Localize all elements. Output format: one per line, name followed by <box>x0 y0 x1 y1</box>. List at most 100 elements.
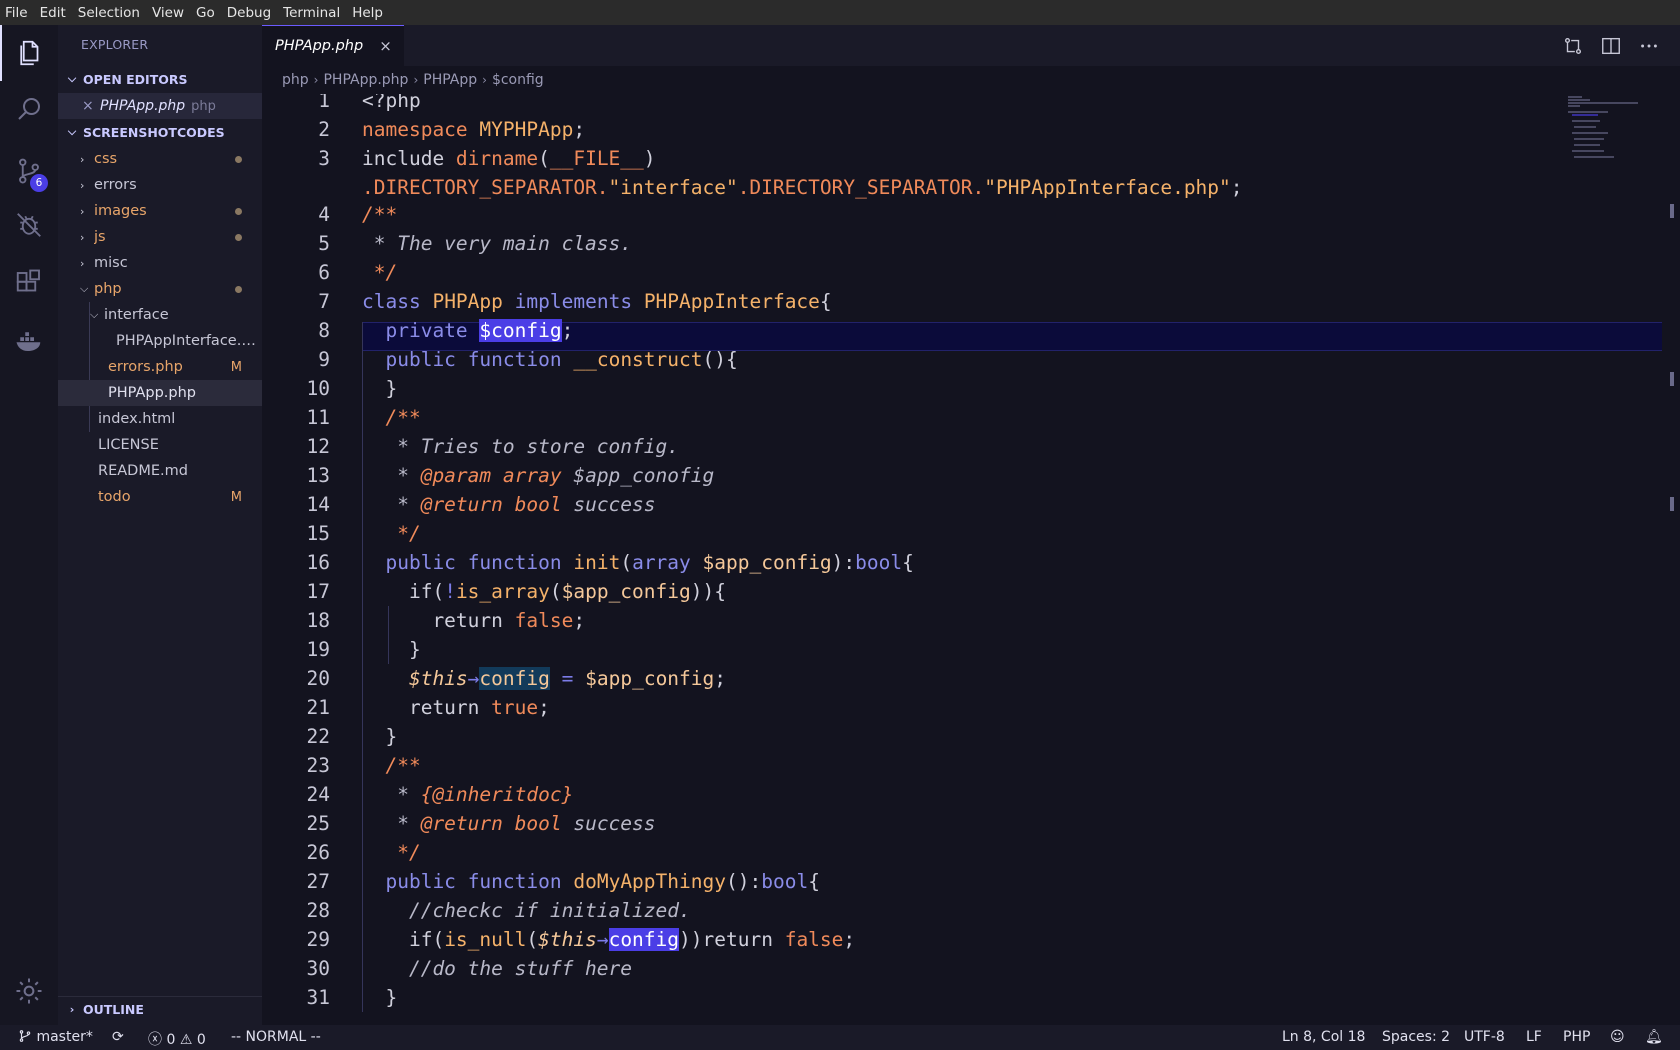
breadcrumb-file[interactable]: PHPApp.php <box>323 72 408 88</box>
menu-file[interactable]: File <box>4 5 35 21</box>
chevron-right-icon: › <box>313 73 319 87</box>
indentation[interactable]: Spaces: 2 <box>1382 1029 1450 1045</box>
notifications-icon[interactable]: 🔔︎ <box>1645 1029 1663 1045</box>
tab-phpapp[interactable]: PHPApp.php × <box>262 25 404 66</box>
tree-item-phpappinterface[interactable]: PHPAppInterface.php <box>58 328 262 354</box>
breadcrumb-symbol[interactable]: $config <box>492 72 544 88</box>
source-control-activity-button[interactable]: 6 <box>0 143 58 199</box>
tree-item-images[interactable]: › images <box>58 198 262 224</box>
problems-indicator[interactable]: ⓧ 0 ⚠ 0 <box>148 1029 206 1049</box>
sync-icon[interactable]: ⟳ <box>112 1029 124 1045</box>
modified-dot <box>235 233 242 241</box>
workspace-section[interactable]: ⌵ SCREENSHOTCODES <box>58 119 262 145</box>
explorer-activity-button[interactable] <box>0 25 58 81</box>
branch-label: master* <box>36 1029 93 1045</box>
compare-changes-icon[interactable] <box>1562 35 1584 57</box>
tree-item-errors[interactable]: › errors <box>58 172 262 198</box>
code-line: * The very main class. <box>362 232 633 255</box>
code-line: } <box>362 725 398 748</box>
code-line: * {@inheritdoc} <box>362 783 574 806</box>
tree-item-license[interactable]: LICENSE <box>58 432 262 458</box>
files-icon <box>20 40 39 66</box>
breadcrumb-folder[interactable]: php <box>282 72 309 88</box>
modified-dot <box>235 207 242 215</box>
chevron-right-icon: › <box>80 152 85 166</box>
cursor-position[interactable]: Ln 8, Col 18 <box>1282 1029 1365 1045</box>
chevron-right-icon: › <box>80 178 85 192</box>
tree-item-errors-php[interactable]: errors.php M <box>58 354 262 380</box>
split-editor-icon[interactable] <box>1600 35 1622 57</box>
vertical-scrollbar[interactable] <box>1666 94 1680 1025</box>
modified-marker: M <box>230 359 242 375</box>
line-ending[interactable]: LF <box>1526 1029 1542 1045</box>
breadcrumb: php › PHPApp.php › PHPApp › $config <box>262 66 1680 94</box>
close-icon[interactable]: × <box>82 98 100 114</box>
code-line: public function doMyAppThingy():bool{ <box>385 870 820 893</box>
close-icon[interactable]: × <box>379 37 392 55</box>
tree-item-todo[interactable]: todo M <box>58 484 262 510</box>
code-line: class PHPApp implements PHPAppInterface{ <box>362 290 832 313</box>
tree-item-readme[interactable]: README.md <box>58 458 262 484</box>
menu-go[interactable]: Go <box>195 5 222 21</box>
menu-view[interactable]: View <box>151 5 191 21</box>
code-line: namespace MYPHPApp; <box>362 118 586 141</box>
language-mode[interactable]: PHP <box>1563 1029 1590 1045</box>
line-number: 26 <box>306 841 330 864</box>
tree-item-js[interactable]: › js <box>58 224 262 250</box>
feedback-icon[interactable]: ☺ <box>1610 1029 1625 1045</box>
breadcrumb-class[interactable]: PHPApp <box>423 72 477 88</box>
modified-dot <box>235 155 242 163</box>
line-number: 1 <box>318 94 330 112</box>
chevron-right-icon: › <box>69 1003 75 1016</box>
open-editor-item[interactable]: × PHPApp.php php <box>58 93 262 119</box>
chevron-right-icon: › <box>80 204 85 218</box>
menu-debug[interactable]: Debug <box>226 5 278 21</box>
outline-section[interactable]: › OUTLINE <box>58 996 262 1022</box>
menu-bar: File Edit Selection View Go Debug Termin… <box>0 0 1680 25</box>
code-line: /** <box>385 754 421 777</box>
chevron-down-icon: ⌵ <box>67 72 77 85</box>
chevron-down-icon: ⌵ <box>80 282 89 295</box>
line-number: 15 <box>306 522 330 545</box>
menu-selection[interactable]: Selection <box>77 5 147 21</box>
tree-item-index-html[interactable]: index.html <box>58 406 262 432</box>
tree-item-interface[interactable]: ⌵ interface <box>58 302 262 328</box>
line-number: 18 <box>306 609 330 632</box>
minimap[interactable] <box>1568 94 1668 174</box>
docker-activity-button[interactable] <box>0 313 58 369</box>
tree-item-css[interactable]: › css <box>58 146 262 172</box>
warning-icon: ⚠ <box>179 1032 193 1048</box>
open-editors-section[interactable]: ⌵ OPEN EDITORS <box>58 66 262 92</box>
code-line: private $config; <box>385 319 574 342</box>
workspace-label: SCREENSHOTCODES <box>83 124 225 140</box>
line-number: 25 <box>306 812 330 835</box>
line-number: 30 <box>306 957 330 980</box>
modified-marker: M <box>230 489 242 505</box>
code-line: .DIRECTORY_SEPARATOR."interface".DIRECTO… <box>362 176 1243 199</box>
settings-activity-button[interactable] <box>0 963 58 1019</box>
debug-activity-button[interactable] <box>0 197 58 253</box>
menu-edit[interactable]: Edit <box>39 5 73 21</box>
encoding[interactable]: UTF-8 <box>1464 1029 1505 1045</box>
scm-count-badge: 6 <box>30 174 48 192</box>
code-line: return true; <box>362 696 550 719</box>
search-activity-button[interactable] <box>0 81 58 137</box>
more-actions-icon[interactable] <box>1638 35 1660 57</box>
code-line: } <box>362 986 398 1009</box>
menu-help[interactable]: Help <box>351 5 390 21</box>
chevron-right-icon: › <box>80 230 85 244</box>
tree-item-misc[interactable]: › misc <box>58 250 262 276</box>
tab-label: PHPApp.php <box>275 38 364 54</box>
line-number: 28 <box>306 899 330 922</box>
code-line: //do the stuff here <box>362 957 633 980</box>
code-editor[interactable]: 1 2 3 4 5 6 7 8 9 10 11 12 13 14 15 16 1… <box>262 94 1680 1025</box>
code-line: return false; <box>362 609 586 632</box>
extensions-activity-button[interactable] <box>0 255 58 311</box>
tree-item-phpapp-php[interactable]: PHPApp.php <box>58 380 262 406</box>
tree-item-php[interactable]: ⌵ php <box>58 276 262 302</box>
line-number: 20 <box>306 667 330 690</box>
branch-indicator[interactable]: master* <box>18 1029 93 1045</box>
docker-icon <box>16 332 41 351</box>
modified-dot <box>235 285 242 293</box>
menu-terminal[interactable]: Terminal <box>282 5 347 21</box>
